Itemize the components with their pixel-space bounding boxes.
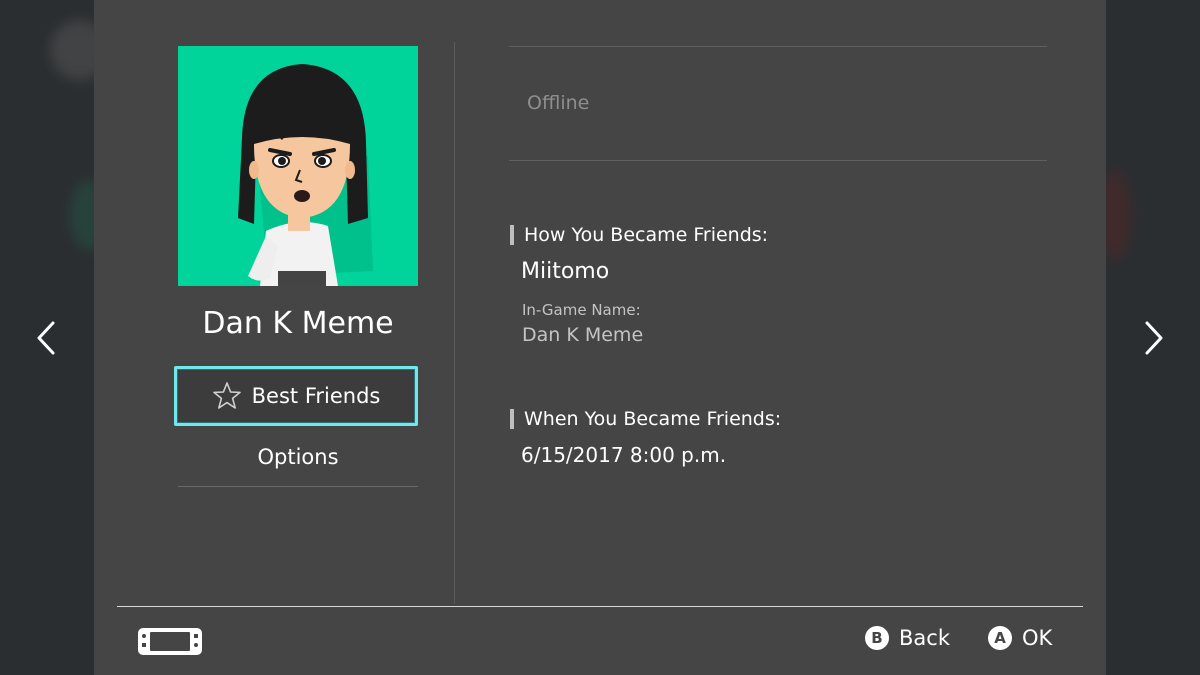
divider [509,160,1047,161]
mii-character-image [238,64,373,286]
when-became-friends-heading: When You Became Friends: [510,408,781,430]
best-friends-label: Best Friends [251,384,381,408]
a-button-icon: A [988,626,1012,650]
footer-divider [117,606,1083,607]
how-became-friends-heading: How You Became Friends: [510,224,768,246]
star-icon [212,382,241,409]
chevron-right-icon [1145,321,1163,355]
divider [178,486,418,487]
heading-marker [510,225,514,245]
in-game-name-label: In-Game Name: [522,301,641,319]
in-game-name-value: Dan K Meme [522,324,644,346]
options-button[interactable]: Options [178,436,418,478]
previous-friend-button[interactable] [26,318,66,358]
online-status: Offline [527,92,590,114]
back-label: Back [899,626,950,650]
divider [509,46,1047,47]
friend-profile-panel: Dan K Meme Best Friends Options Offline … [94,0,1106,675]
chevron-left-icon [37,321,55,355]
when-became-friends-value: 6/15/2017 8:00 p.m. [521,443,727,467]
ok-button[interactable]: A OK [988,626,1052,650]
mii-avatar [178,46,418,286]
ok-label: OK [1022,626,1053,650]
heading-text: When You Became Friends: [524,408,782,430]
next-friend-button[interactable] [1134,318,1174,358]
friend-name: Dan K Meme [202,306,394,341]
back-button[interactable]: B Back [865,626,950,650]
b-button-icon: B [865,626,889,650]
best-friends-button[interactable]: Best Friends [174,366,418,426]
column-divider [454,42,455,604]
heading-text: How You Became Friends: [524,224,769,246]
heading-marker [510,409,514,429]
handheld-console-icon [138,628,202,655]
how-became-friends-value: Miitomo [521,259,610,284]
